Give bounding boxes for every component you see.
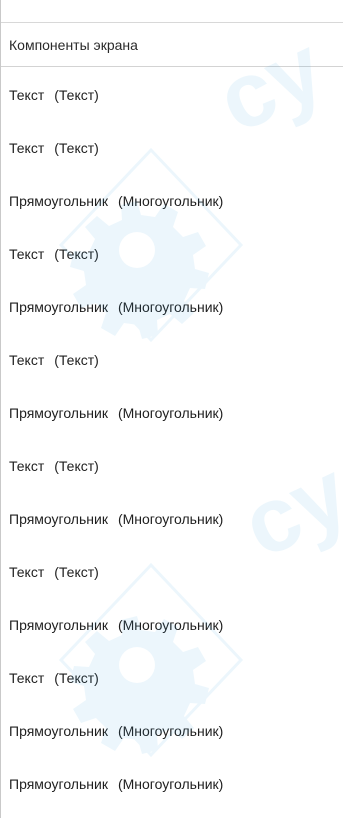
list-item[interactable]: Текст (Текст) <box>1 121 343 174</box>
panel-top-strip <box>1 0 343 23</box>
list-item[interactable]: Прямоугольник (Многоугольник) <box>1 492 343 545</box>
component-name: Текст <box>9 245 45 262</box>
component-name: Текст <box>9 669 45 686</box>
component-type: (Многоугольник) <box>117 192 224 209</box>
component-type: (Текст) <box>54 351 99 368</box>
component-type: (Многоугольник) <box>117 298 224 315</box>
component-name: Текст <box>9 457 45 474</box>
list-item[interactable]: Текст (Текст) <box>1 439 343 492</box>
component-name: Текст <box>9 351 45 368</box>
list-item[interactable]: Прямоугольник (Многоугольник) <box>1 174 343 227</box>
component-name: Прямоугольник <box>9 404 108 421</box>
component-name: Текст <box>9 86 45 103</box>
component-name: Прямоугольник <box>9 298 108 315</box>
component-type: (Текст) <box>54 563 99 580</box>
components-list: Текст (Текст) Текст (Текст) Прямоугольни… <box>1 68 343 810</box>
list-item[interactable]: Прямоугольник (Многоугольник) <box>1 704 343 757</box>
component-type: (Текст) <box>54 457 99 474</box>
component-name: Прямоугольник <box>9 510 108 527</box>
component-name: Текст <box>9 139 45 156</box>
component-name: Прямоугольник <box>9 616 108 633</box>
list-item[interactable]: Текст (Текст) <box>1 333 343 386</box>
component-type: (Текст) <box>54 139 99 156</box>
component-type: (Текст) <box>54 245 99 262</box>
component-name: Текст <box>9 563 45 580</box>
list-item[interactable]: Текст (Текст) <box>1 68 343 121</box>
component-type: (Многоугольник) <box>117 775 224 792</box>
list-item[interactable]: Текст (Текст) <box>1 227 343 280</box>
list-item[interactable]: Прямоугольник (Многоугольник) <box>1 280 343 333</box>
panel-header: Компоненты экрана <box>1 23 343 67</box>
screen-components-panel: Компоненты экрана Текст (Текст) Текст (Т… <box>0 0 343 818</box>
component-name: Прямоугольник <box>9 775 108 792</box>
list-item[interactable]: Текст (Текст) <box>1 545 343 598</box>
component-type: (Многоугольник) <box>117 616 224 633</box>
component-name: Прямоугольник <box>9 722 108 739</box>
component-type: (Многоугольник) <box>117 404 224 421</box>
list-item[interactable]: Прямоугольник (Многоугольник) <box>1 386 343 439</box>
component-type: (Текст) <box>54 669 99 686</box>
component-type: (Текст) <box>54 86 99 103</box>
component-name: Прямоугольник <box>9 192 108 209</box>
panel-title: Компоненты экрана <box>9 36 138 53</box>
list-item[interactable]: Прямоугольник (Многоугольник) <box>1 598 343 651</box>
component-type: (Многоугольник) <box>117 510 224 527</box>
list-item[interactable]: Текст (Текст) <box>1 651 343 704</box>
component-type: (Многоугольник) <box>117 722 224 739</box>
list-item[interactable]: Прямоугольник (Многоугольник) <box>1 757 343 810</box>
